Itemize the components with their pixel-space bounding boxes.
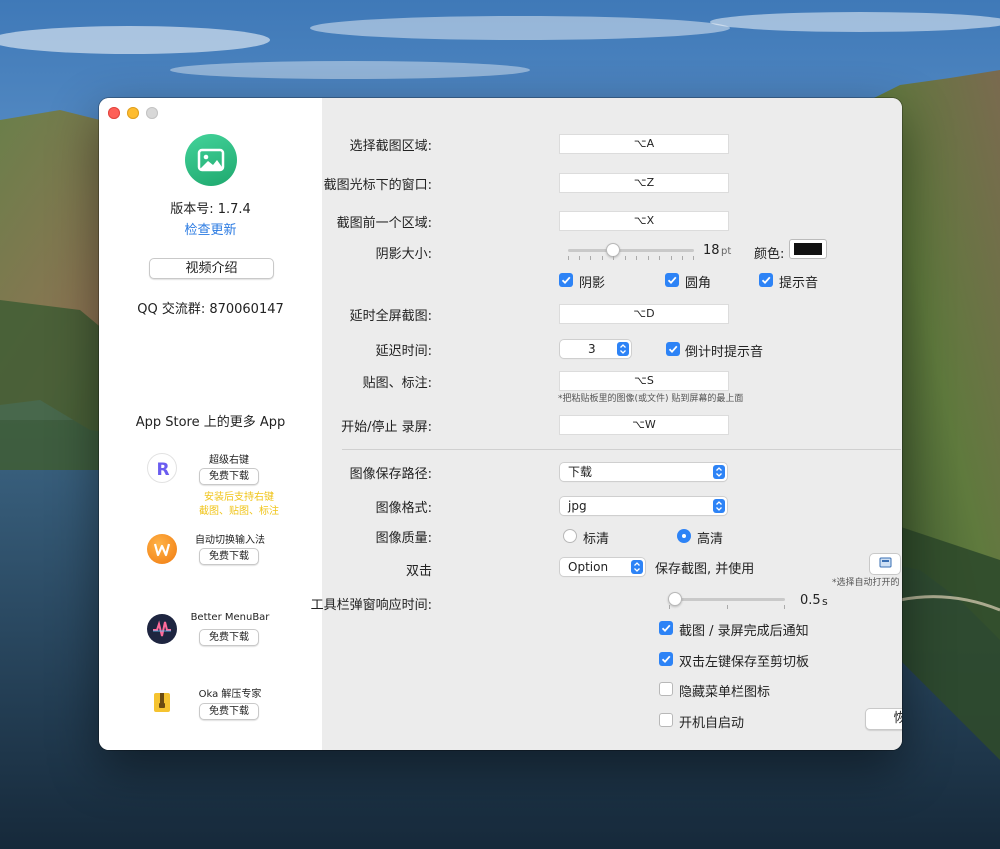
check-update-link[interactable]: 检查更新 xyxy=(99,219,322,238)
preferences-window: 版本号: 1.7.4 检查更新 视频介绍 QQ 交流群: 870060147 A… xyxy=(99,98,902,750)
shadow-size-value: 18 xyxy=(703,243,720,258)
minimize-window-button[interactable] xyxy=(127,107,139,119)
restore-defaults-button[interactable]: 恢复默认 xyxy=(865,708,902,730)
hide-menubar-checkbox[interactable] xyxy=(659,682,673,696)
sound-checkbox[interactable] xyxy=(759,273,773,287)
version-label: 版本号: 1.7.4 xyxy=(170,202,251,217)
pin-label: 贴图、标注: xyxy=(362,376,432,391)
image-format-label: 图像格式: xyxy=(375,501,432,516)
double-click-modifier-value: Option xyxy=(568,560,609,574)
shadow-color-well[interactable] xyxy=(789,239,827,259)
delay-time-value: 3 xyxy=(588,342,596,356)
save-path-select[interactable]: 下载 xyxy=(560,463,727,481)
image-format-select[interactable]: jpg xyxy=(560,497,727,515)
dblclick-copy-checkbox[interactable] xyxy=(659,652,673,666)
autostart-checkbox-label[interactable]: 开机自启动 xyxy=(679,712,744,731)
image-quality-label: 图像质量: xyxy=(375,531,432,546)
notify-checkbox-label[interactable]: 截图 / 录屏完成后通知 xyxy=(679,620,809,639)
prev-area-shortcut-field[interactable]: ⌥X xyxy=(560,212,728,230)
oka-unzip-icon[interactable] xyxy=(147,687,177,717)
countdown-sound-checkbox[interactable] xyxy=(666,342,680,356)
promo-name: 超级右键 xyxy=(209,455,249,466)
zoom-window-button[interactable] xyxy=(146,107,158,119)
sidebar: 版本号: 1.7.4 检查更新 视频介绍 QQ 交流群: 870060147 A… xyxy=(99,98,322,750)
qq-group-label: QQ 交流群: 870060147 xyxy=(137,302,284,317)
shadow-size-slider-knob[interactable] xyxy=(606,243,621,257)
toolbar-response-slider-track[interactable] xyxy=(669,598,785,601)
updown-chevron-icon xyxy=(713,499,725,513)
sound-checkbox-label[interactable]: 提示音 xyxy=(779,272,818,291)
notify-checkbox[interactable] xyxy=(659,621,673,635)
shadow-color-label: 颜色: xyxy=(754,247,785,262)
open-app-hint: *选择自动打开的 App 名称 xyxy=(832,578,902,588)
svg-text:R: R xyxy=(156,460,169,480)
record-label: 开始/停止 录屏: xyxy=(341,420,432,435)
image-format-value: jpg xyxy=(568,499,587,513)
toolbar-response-label: 工具栏弹窗响应时间: xyxy=(310,598,432,613)
pin-hint: *把粘贴板里的图像(或文件) 贴到屏幕的最上面 xyxy=(558,394,744,404)
super-right-click-icon[interactable]: R xyxy=(147,453,177,483)
video-intro-button[interactable]: 视频介绍 xyxy=(149,258,274,279)
quality-hd-radio[interactable] xyxy=(677,529,691,543)
promo-note: 安装后支持右键 xyxy=(204,492,274,503)
shadow-size-unit: pt xyxy=(721,246,732,257)
toolbar-response-unit: s xyxy=(822,595,828,608)
better-menubar-icon[interactable] xyxy=(147,614,177,644)
quality-sd-radio[interactable] xyxy=(563,529,577,543)
free-download-button[interactable]: 免费下载 xyxy=(199,629,259,646)
double-click-modifier-select[interactable]: Option xyxy=(560,558,645,576)
shadow-checkbox-label[interactable]: 阴影 xyxy=(579,272,605,291)
delay-time-label: 延迟时间: xyxy=(375,344,432,359)
shadow-size-label: 阴影大小: xyxy=(375,247,432,262)
rounded-checkbox[interactable] xyxy=(665,273,679,287)
double-click-label: 双击 xyxy=(405,564,432,579)
cursor-window-label: 截图光标下的窗口: xyxy=(323,178,432,193)
free-download-button[interactable]: 免费下载 xyxy=(199,703,259,720)
delay-time-select[interactable]: 3 xyxy=(560,340,631,358)
select-area-label: 选择截图区域: xyxy=(349,139,432,154)
updown-chevron-icon xyxy=(631,560,643,574)
rounded-checkbox-label[interactable]: 圆角 xyxy=(685,272,711,291)
countdown-sound-label[interactable]: 倒计时提示音 xyxy=(685,341,763,360)
hide-menubar-checkbox-label[interactable]: 隐藏菜单栏图标 xyxy=(679,681,770,700)
promo-name: 自动切换输入法 xyxy=(195,535,265,546)
pin-shortcut-field[interactable]: ⌥S xyxy=(560,372,728,390)
free-download-button[interactable]: 免费下载 xyxy=(199,548,259,565)
section-divider xyxy=(342,449,901,450)
shadow-size-slider-track[interactable] xyxy=(568,249,694,252)
close-window-button[interactable] xyxy=(108,107,120,119)
dblclick-copy-checkbox-label[interactable]: 双击左键保存至剪切板 xyxy=(679,651,809,670)
double-click-desc: 保存截图, 并使用 xyxy=(655,562,755,577)
toolbar-response-value: 0.5 xyxy=(800,593,821,608)
shadow-checkbox[interactable] xyxy=(559,273,573,287)
save-path-value: 下载 xyxy=(568,465,593,479)
cursor-window-shortcut-field[interactable]: ⌥Z xyxy=(560,174,728,192)
select-area-shortcut-field[interactable]: ⌥A xyxy=(560,135,728,153)
promo-name: Better MenuBar xyxy=(190,612,270,623)
toolbar-response-slider-knob[interactable] xyxy=(668,592,682,606)
free-download-button[interactable]: 免费下载 xyxy=(199,468,259,485)
promo-note: 截图、贴图、标注 xyxy=(199,506,279,517)
record-shortcut-field[interactable]: ⌥W xyxy=(560,416,728,434)
save-path-label: 图像保存路径: xyxy=(349,467,432,482)
autostart-checkbox[interactable] xyxy=(659,713,673,727)
app-logo-icon xyxy=(185,134,237,186)
promo-name: Oka 解压专家 xyxy=(198,689,262,700)
input-switch-icon[interactable] xyxy=(147,534,177,564)
settings-panel: 选择截图区域: ⌥A 截图光标下的窗口: ⌥Z 截图前一个区域: ⌥X 阴影大小… xyxy=(311,98,902,750)
updown-chevron-icon xyxy=(617,342,629,356)
quality-sd-label[interactable]: 标清 xyxy=(583,528,609,547)
updown-chevron-icon xyxy=(713,465,725,479)
open-with-app-button[interactable] xyxy=(869,553,901,575)
delay-fullscreen-shortcut-field[interactable]: ⌥D xyxy=(560,305,728,323)
more-apps-title: App Store 上的更多 App xyxy=(135,415,286,430)
quality-hd-label[interactable]: 高清 xyxy=(697,528,723,547)
prev-area-label: 截图前一个区域: xyxy=(336,216,432,231)
delay-fullscreen-label: 延时全屏截图: xyxy=(349,309,432,324)
